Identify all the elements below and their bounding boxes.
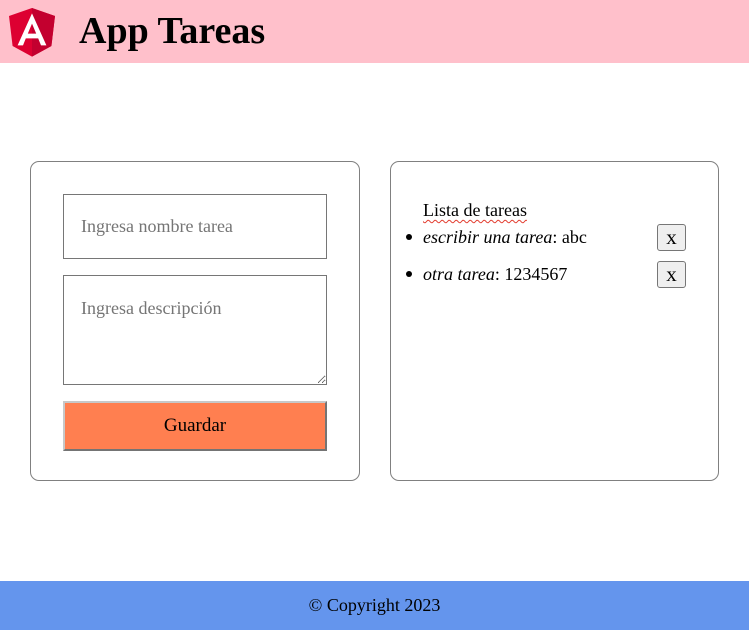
- bullet-icon: [406, 271, 412, 277]
- list-item: otra tarea: 1234567 x: [391, 261, 720, 298]
- task-form-card: Guardar: [30, 161, 360, 481]
- list-item: escribir una tarea: abc x: [391, 224, 720, 261]
- task-name: otra tarea: [423, 264, 495, 284]
- task-separator: :: [494, 264, 505, 284]
- task-text: escribir una tarea: abc: [423, 226, 587, 248]
- task-name: escribir una tarea: [423, 227, 553, 247]
- task-list-card: Lista de tareas escribir una tarea: abc …: [390, 161, 719, 481]
- task-name-input[interactable]: [63, 194, 327, 259]
- task-description-input[interactable]: [63, 275, 327, 385]
- delete-task-button[interactable]: x: [657, 224, 686, 251]
- task-separator: :: [552, 227, 562, 247]
- task-description: abc: [561, 227, 587, 247]
- copyright-text: © Copyright 2023: [308, 595, 441, 615]
- app-footer: © Copyright 2023: [0, 581, 749, 630]
- task-description: 1234567: [504, 264, 568, 284]
- app-title: App Tareas: [79, 10, 266, 52]
- app-header: App Tareas: [0, 0, 749, 63]
- save-button[interactable]: Guardar: [63, 401, 327, 451]
- delete-task-button[interactable]: x: [657, 261, 686, 288]
- task-list: escribir una tarea: abc x otra tarea: 12…: [391, 224, 720, 298]
- angular-logo-icon: [9, 8, 55, 57]
- task-list-title: Lista de tareas: [423, 200, 527, 220]
- task-text: otra tarea: 1234567: [423, 263, 567, 285]
- bullet-icon: [406, 234, 412, 240]
